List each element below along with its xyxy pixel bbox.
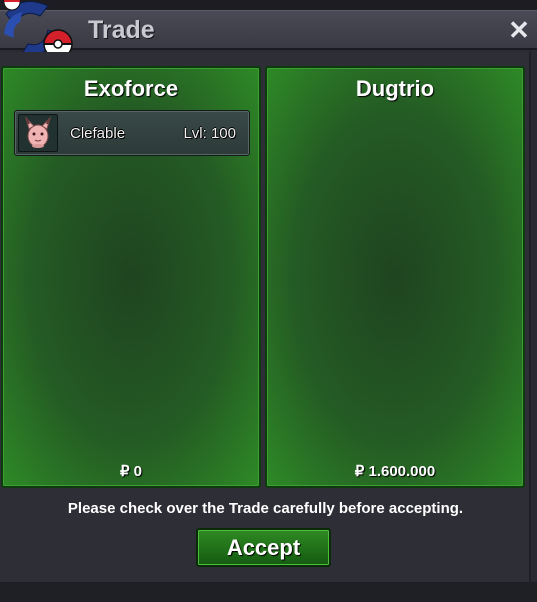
trade-slot-clefable[interactable]: Clefable Lvl: 100 [14,110,250,156]
accept-button[interactable]: Accept [196,528,331,567]
slot-pokemon-level: Lvl: 100 [183,125,236,142]
left-player-name: Exoforce [83,76,179,101]
bottom-strip [0,582,537,602]
trade-window: Exoforce Clefable Lvl: 100 ₽ 0 Dugtrio ₽… [0,52,531,582]
left-trade-panel: Exoforce Clefable Lvl: 100 ₽ 0 [1,66,261,488]
close-icon[interactable]: ✕ [505,16,533,44]
left-money: ₽ 0 [119,463,143,480]
slot-pokemon-name: Clefable [70,125,126,142]
window-title: Trade [88,16,155,44]
right-player-name: Dugtrio [355,76,435,101]
right-trade-panel: Dugtrio ₽ 1.600.000 [265,66,525,488]
clefable-sprite-icon [18,114,58,152]
right-money: ₽ 1.600.000 [354,463,436,480]
trade-notice: Please check over the Trade carefully be… [67,500,464,517]
